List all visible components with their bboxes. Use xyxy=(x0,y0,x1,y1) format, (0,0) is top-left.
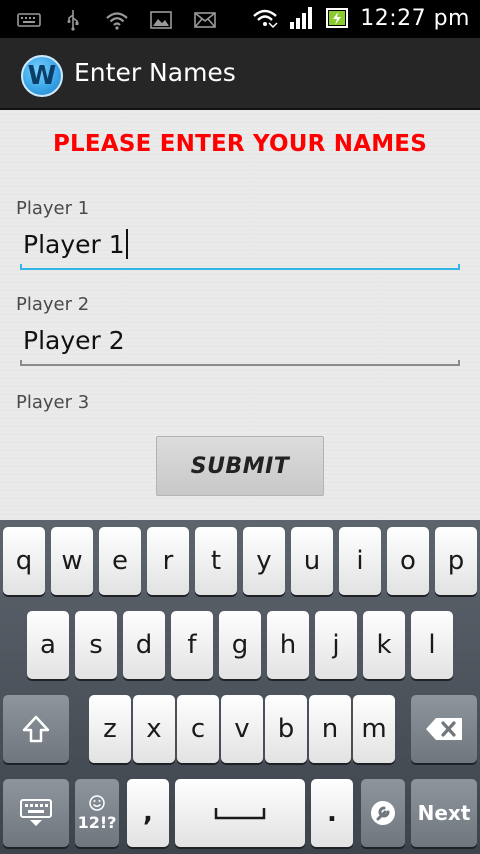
key-x[interactable]: x xyxy=(133,695,175,763)
key-t[interactable]: t xyxy=(195,527,237,595)
space-icon xyxy=(214,808,266,820)
key-u[interactable]: u xyxy=(291,527,333,595)
key-v[interactable]: v xyxy=(221,695,263,763)
period-key[interactable]: . xyxy=(311,779,353,847)
player-2-input[interactable]: Player 2 xyxy=(20,322,460,366)
enter-names-form: PLEASE ENTER YOUR NAMES Player 1 Player … xyxy=(0,110,480,520)
next-key[interactable]: Next xyxy=(411,779,477,847)
form-heading: PLEASE ENTER YOUR NAMES xyxy=(53,131,427,157)
key-s[interactable]: s xyxy=(75,611,117,679)
key-k[interactable]: k xyxy=(363,611,405,679)
key-w[interactable]: w xyxy=(51,527,93,595)
player-1-underline xyxy=(20,264,460,270)
key-g[interactable]: g xyxy=(219,611,261,679)
player-2-value: Player 2 xyxy=(23,326,125,355)
key-l[interactable]: l xyxy=(411,611,453,679)
space-key[interactable] xyxy=(175,779,305,847)
key-m[interactable]: m xyxy=(353,695,395,763)
app-logo-letter: W xyxy=(27,61,57,91)
key-y[interactable]: y xyxy=(243,527,285,595)
key-n[interactable]: n xyxy=(309,695,351,763)
text-caret xyxy=(125,229,128,259)
key-p[interactable]: p xyxy=(435,527,477,595)
key-d[interactable]: d xyxy=(123,611,165,679)
keyboard-settings-icon xyxy=(20,799,52,826)
notification-icons xyxy=(16,7,218,33)
mail-icon xyxy=(192,7,218,33)
status-bar: 12:27 pm xyxy=(0,0,480,38)
key-o[interactable]: o xyxy=(387,527,429,595)
cell-signal-icon xyxy=(288,5,314,31)
wifi-signal-icon xyxy=(252,5,278,31)
key-c[interactable]: c xyxy=(177,695,219,763)
wrench-key[interactable] xyxy=(361,779,405,847)
shift-key[interactable] xyxy=(3,695,69,763)
usb-icon xyxy=(60,7,86,33)
key-j[interactable]: j xyxy=(315,611,357,679)
wrench-icon xyxy=(371,801,395,825)
key-b[interactable]: b xyxy=(265,695,307,763)
symbols-key[interactable]: 12!? xyxy=(75,779,119,847)
action-bar: W Enter Names xyxy=(0,38,480,110)
smiley-icon xyxy=(89,794,105,811)
player-1-input[interactable]: Player 1 xyxy=(20,226,460,270)
key-h[interactable]: h xyxy=(267,611,309,679)
player-2-label: Player 2 xyxy=(16,294,90,315)
system-icons: 12:27 pm xyxy=(252,5,470,31)
player-1-label: Player 1 xyxy=(16,198,90,219)
key-i[interactable]: i xyxy=(339,527,381,595)
player-3-label: Player 3 xyxy=(16,392,90,413)
image-icon xyxy=(148,7,174,33)
keyboard-settings-key[interactable] xyxy=(3,779,69,847)
submit-button[interactable]: SUBMIT xyxy=(156,436,324,496)
key-a[interactable]: a xyxy=(27,611,69,679)
wifi-icon xyxy=(104,7,130,33)
key-e[interactable]: e xyxy=(99,527,141,595)
backspace-key[interactable] xyxy=(411,695,477,763)
shift-icon xyxy=(22,715,50,743)
player-1-value: Player 1 xyxy=(23,229,128,261)
page-title: Enter Names xyxy=(74,58,236,87)
comma-key[interactable]: , xyxy=(127,779,169,847)
symbols-label: 12!? xyxy=(77,812,117,832)
player-2-underline xyxy=(20,360,460,366)
key-f[interactable]: f xyxy=(171,611,213,679)
soft-keyboard: q w e r t y u i o p a s d f g h j k l z … xyxy=(0,520,480,854)
app-logo-icon[interactable]: W xyxy=(21,55,63,97)
key-r[interactable]: r xyxy=(147,527,189,595)
battery-charging-icon xyxy=(324,5,350,31)
key-q[interactable]: q xyxy=(3,527,45,595)
backspace-icon xyxy=(426,718,462,740)
key-z[interactable]: z xyxy=(89,695,131,763)
keyboard-icon xyxy=(16,7,42,33)
clock: 12:27 pm xyxy=(360,5,470,31)
